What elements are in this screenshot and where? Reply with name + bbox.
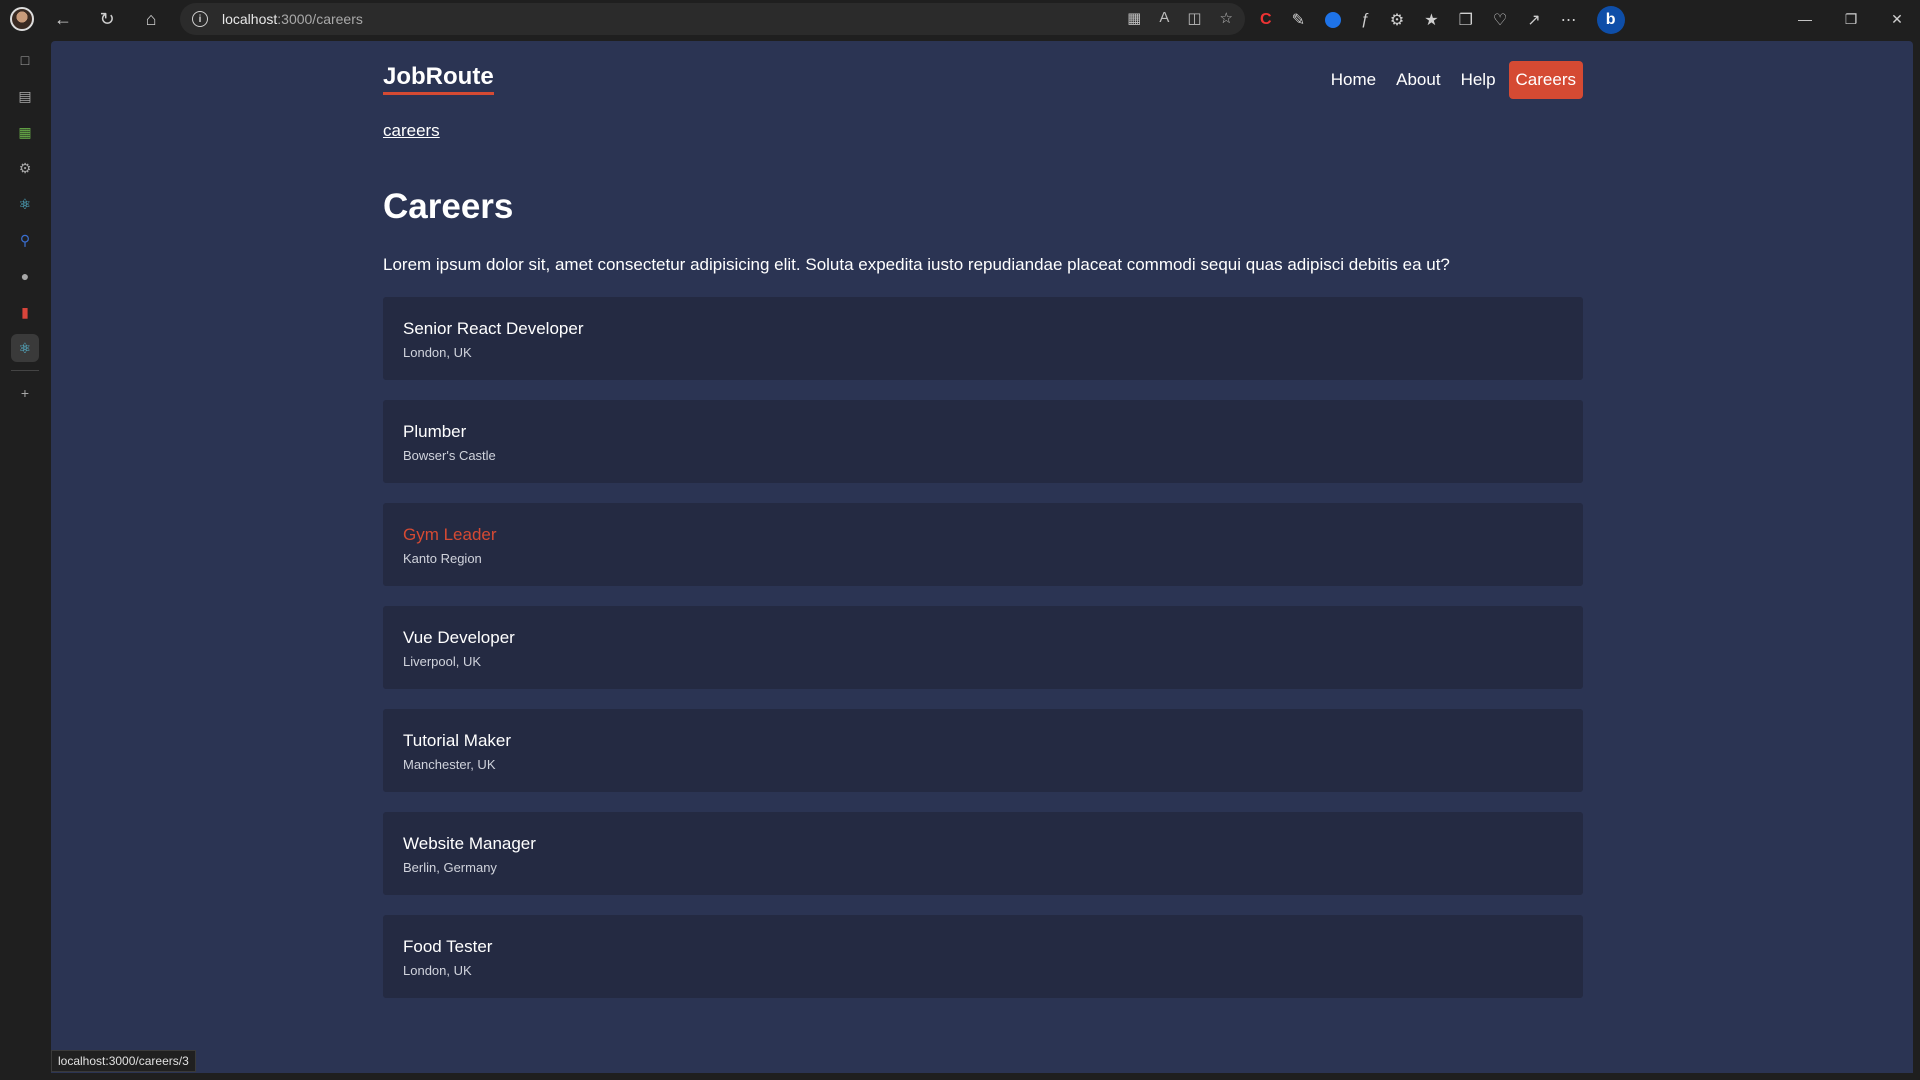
- job-title: Tutorial Maker: [403, 731, 512, 750]
- browser-essentials-icon[interactable]: ♡: [1493, 10, 1507, 30]
- react-icon[interactable]: ⚛: [11, 190, 39, 218]
- home-icon[interactable]: ⌂: [136, 4, 166, 34]
- job-location: London, UK: [403, 963, 472, 978]
- github-icon[interactable]: ●: [11, 262, 39, 290]
- page-viewport: JobRoute Home About Help Careers careers…: [51, 41, 1913, 1073]
- job-title: Senior React Developer: [403, 319, 584, 338]
- main-nav: Home About Help Careers: [1324, 61, 1583, 99]
- split-screen-icon[interactable]: ◫: [1187, 9, 1201, 27]
- job-location: Liverpool, UK: [403, 654, 482, 669]
- microsoft-icon[interactable]: ▦: [11, 118, 39, 146]
- favorite-star-icon[interactable]: ☆: [1220, 9, 1233, 27]
- job-card[interactable]: Website Manager Berlin, Germany: [383, 812, 1583, 895]
- job-title: Plumber: [403, 422, 467, 441]
- read-aloud-icon[interactable]: A: [1159, 9, 1169, 27]
- window-bottom-edge: [51, 1073, 1913, 1080]
- browser-sidebar: □ ▤ ▦ ⚙ ⚛ ⚲ ● ▮ ⚛ +: [0, 38, 50, 1080]
- profile-avatar[interactable]: [10, 7, 34, 31]
- add-icon[interactable]: +: [11, 379, 39, 407]
- job-card[interactable]: Vue Developer Liverpool, UK: [383, 606, 1583, 689]
- collections-icon[interactable]: ❐: [1459, 10, 1473, 30]
- minimize-icon[interactable]: —: [1782, 0, 1828, 38]
- nav-about[interactable]: About: [1389, 61, 1447, 99]
- site-info-icon[interactable]: i: [192, 11, 208, 27]
- bing-copilot-icon[interactable]: b: [1596, 6, 1625, 34]
- page-lead: Lorem ipsum dolor sit, amet consectetur …: [383, 255, 1450, 274]
- extension-function-icon[interactable]: ƒ: [1361, 11, 1370, 29]
- nav-help[interactable]: Help: [1454, 61, 1503, 99]
- job-location: Bowser's Castle: [403, 448, 496, 463]
- extension-pen-icon[interactable]: ✎: [1292, 10, 1305, 30]
- address-bar[interactable]: i localhost:3000/careers ▦ A ◫ ☆: [180, 3, 1245, 35]
- extension-c-icon[interactable]: C: [1260, 11, 1272, 29]
- site-logo[interactable]: JobRoute: [383, 63, 494, 95]
- site-header: JobRoute Home About Help Careers: [383, 41, 1583, 121]
- job-title: Food Tester: [403, 937, 493, 956]
- refresh-icon[interactable]: ↻: [92, 4, 122, 34]
- job-title: Vue Developer: [403, 628, 515, 647]
- job-card[interactable]: Food Tester London, UK: [383, 915, 1583, 998]
- search-icon[interactable]: ⚲: [11, 226, 39, 254]
- app-available-icon[interactable]: ▦: [1127, 9, 1141, 27]
- job-card[interactable]: Gym Leader Kanto Region: [383, 503, 1583, 586]
- careers-list: Senior React Developer London, UK Plumbe…: [383, 297, 1583, 1018]
- workspaces-icon[interactable]: ▤: [11, 82, 39, 110]
- job-location: Manchester, UK: [403, 757, 496, 772]
- extensions-puzzle-icon[interactable]: ⚙: [1390, 10, 1404, 30]
- job-card[interactable]: Tutorial Maker Manchester, UK: [383, 709, 1583, 792]
- tab-actions-icon[interactable]: □: [11, 46, 39, 74]
- page-title: Careers: [383, 187, 514, 226]
- more-menu-icon[interactable]: ⋯: [1561, 10, 1577, 30]
- job-card[interactable]: Senior React Developer London, UK: [383, 297, 1583, 380]
- page-container: JobRoute Home About Help Careers careers…: [383, 41, 1583, 998]
- share-icon[interactable]: ↗: [1527, 10, 1540, 30]
- job-location: Berlin, Germany: [403, 860, 497, 875]
- back-icon[interactable]: ←: [48, 4, 78, 34]
- bookmark-red-icon[interactable]: ▮: [11, 298, 39, 326]
- address-url[interactable]: localhost:3000/careers: [222, 11, 363, 27]
- close-icon[interactable]: ✕: [1874, 0, 1920, 38]
- sidebar-divider: [11, 370, 39, 371]
- extension-blue-icon[interactable]: [1324, 12, 1341, 28]
- browser-toolbar: ← ↻ ⌂ i localhost:3000/careers ▦ A ◫ ☆ C…: [0, 0, 1920, 38]
- restore-icon[interactable]: ❐: [1828, 0, 1874, 38]
- job-title: Gym Leader: [403, 525, 497, 544]
- job-location: Kanto Region: [403, 551, 482, 566]
- react-active-icon[interactable]: ⚛: [11, 334, 39, 362]
- favorites-icon[interactable]: ★: [1424, 10, 1438, 30]
- settings-gear-icon[interactable]: ⚙: [11, 154, 39, 182]
- nav-careers[interactable]: Careers: [1508, 61, 1583, 99]
- status-bar-url: localhost:3000/careers/3: [51, 1050, 196, 1072]
- job-location: London, UK: [403, 345, 472, 360]
- breadcrumb[interactable]: careers: [383, 121, 440, 141]
- job-card[interactable]: Plumber Bowser's Castle: [383, 400, 1583, 483]
- job-title: Website Manager: [403, 834, 536, 853]
- nav-home[interactable]: Home: [1324, 61, 1383, 99]
